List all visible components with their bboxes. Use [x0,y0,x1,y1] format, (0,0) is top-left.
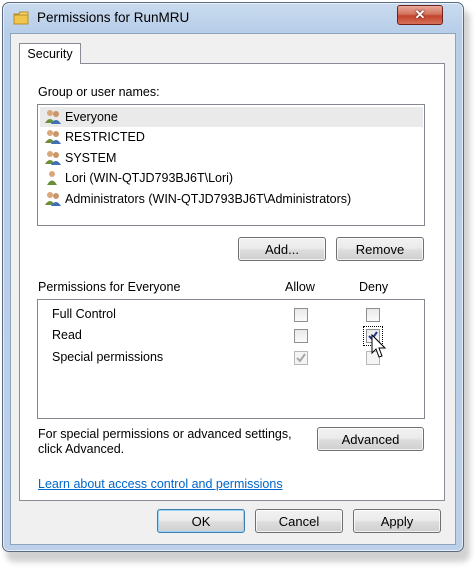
read-allow-checkbox[interactable] [294,329,308,343]
permission-name: Full Control [52,307,116,321]
allow-column-header: Allow [285,280,315,294]
user-name: RESTRICTED [65,130,145,144]
advanced-button[interactable]: Advanced [317,427,424,451]
advanced-hint-line1: For special permissions or advanced sett… [38,427,292,441]
window-title: Permissions for RunMRU [37,10,190,25]
users-icon [45,151,61,165]
dialog-client-area: Security Group or user names: Everyone R… [10,33,456,545]
group-or-user-names-label: Group or user names: [38,85,160,99]
user-list[interactable]: Everyone RESTRICTED SYSTEM Lori (WIN-QTJ… [37,104,425,226]
ok-button[interactable]: OK [157,509,245,533]
checkmark-icon [296,353,306,363]
close-button[interactable]: ✕ [397,5,443,25]
permissions-list: Full Control Read Special permissions [37,299,425,419]
list-item-everyone[interactable]: Everyone [40,107,423,127]
deny-column-header: Deny [359,280,389,294]
advanced-hint-line2: click Advanced. [38,442,125,456]
users-icon [45,130,61,144]
full-control-allow-checkbox[interactable] [294,308,308,322]
tab-security[interactable]: Security [19,43,81,64]
permissions-header: Permissions for Everyone [38,280,181,294]
permission-name: Special permissions [52,350,164,364]
users-icon [45,192,61,206]
remove-button[interactable]: Remove [336,237,424,261]
special-permissions-allow-checkbox[interactable] [294,351,308,365]
title-bar[interactable]: Permissions for RunMRU ✕ [3,3,463,33]
list-item-lori[interactable]: Lori (WIN-QTJD793BJ6T\Lori) [40,168,237,188]
close-icon: ✕ [414,7,426,22]
help-link[interactable]: Learn about access control and permissio… [38,477,283,491]
user-name: Everyone [65,110,118,124]
list-item-system[interactable]: SYSTEM [40,148,120,168]
list-item-administrators[interactable]: Administrators (WIN-QTJD793BJ6T\Administ… [40,189,355,209]
cancel-button[interactable]: Cancel [255,509,343,533]
user-icon [47,171,57,185]
add-button[interactable]: Add... [238,237,326,261]
apply-button[interactable]: Apply [353,509,441,533]
mouse-cursor-icon [371,334,387,358]
user-name: Administrators (WIN-QTJD793BJ6T\Administ… [65,192,352,206]
user-name: SYSTEM [65,151,117,165]
list-item-restricted[interactable]: RESTRICTED [40,127,149,147]
permission-name: Read [52,328,82,342]
advanced-hint-text: For special permissions or advanced sett… [38,427,292,457]
user-name: Lori (WIN-QTJD793BJ6T\Lori) [65,171,234,185]
permissions-dialog: Permissions for RunMRU ✕ Security Group … [2,2,464,552]
folder-icon [13,11,29,25]
full-control-deny-checkbox[interactable] [366,308,380,322]
users-icon [45,110,61,124]
